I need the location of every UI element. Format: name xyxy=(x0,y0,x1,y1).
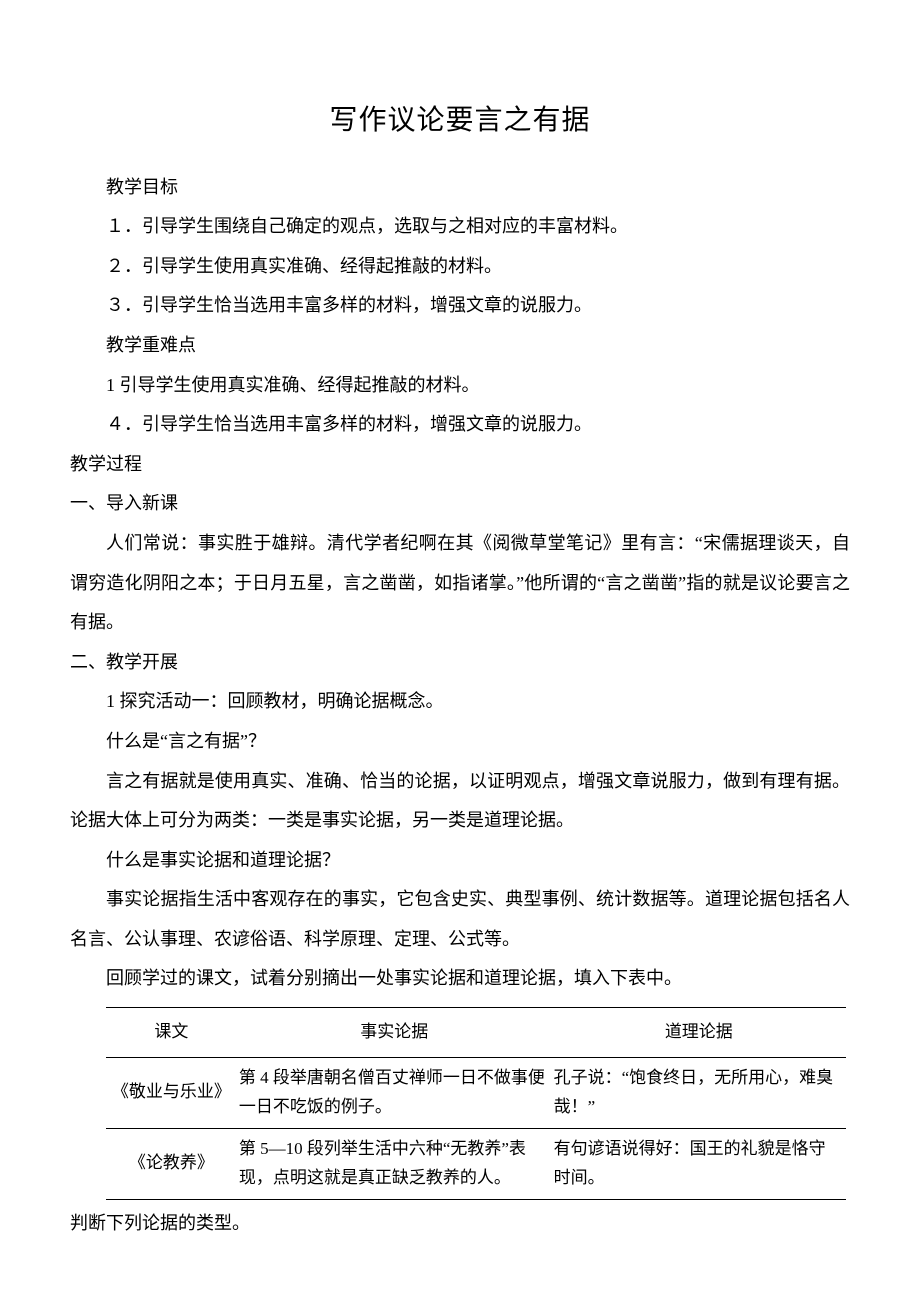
table-row: 《敬业与乐业》 第 4 段举唐朝名僧百丈禅师一日不做事便一日不吃饭的例子。 孔子… xyxy=(106,1057,846,1128)
difficulty-item-2: ４．引导学生恰当选用丰富多样的材料，增强文章的说服力。 xyxy=(70,405,850,445)
table-task: 回顾学过的课文，试着分别摘出一处事实论据和道理论据，填入下表中。 xyxy=(70,959,850,999)
question-1: 什么是“言之有据”？ xyxy=(70,722,850,762)
goal-item-3: ３．引导学生恰当选用丰富多样的材料，增强文章的说服力。 xyxy=(70,286,850,326)
goal-item-2: ２．引导学生使用真实准确、经得起推敲的材料。 xyxy=(70,247,850,287)
table-header-row: 课文 事实论据 道理论据 xyxy=(106,1008,846,1058)
table-cell-reason: 孔子说：“饱食终日，无所用心，难臭哉！” xyxy=(552,1057,846,1128)
answer-2: 事实论据指生活中客观存在的事实，它包含史实、典型事例、统计数据等。道理论据包括名… xyxy=(70,880,850,959)
table-cell-reason: 有句谚语说得好：国王的礼貌是恪守时间。 xyxy=(552,1128,846,1199)
table-header-col2: 事实论据 xyxy=(237,1008,552,1058)
process-heading: 教学过程 xyxy=(70,445,850,485)
table-cell-title: 《论教养》 xyxy=(106,1128,237,1199)
difficulty-heading: 教学重难点 xyxy=(70,326,850,366)
intro-paragraph: 人们常说：事实胜于雄辩。清代学者纪啊在其《阅微草堂笔记》里有言：“宋儒据理谈天，… xyxy=(70,524,850,643)
expand-heading: 二、教学开展 xyxy=(70,643,850,683)
table-cell-fact: 第 4 段举唐朝名僧百丈禅师一日不做事便一日不吃饭的例子。 xyxy=(237,1057,552,1128)
question-2: 什么是事实论据和道理论据？ xyxy=(70,841,850,881)
evidence-table-wrap: 课文 事实论据 道理论据 《敬业与乐业》 第 4 段举唐朝名僧百丈禅师一日不做事… xyxy=(106,1007,850,1199)
table-row: 《论教养》 第 5—10 段列举生活中六种“无教养”表现，点明这就是真正缺乏教养… xyxy=(106,1128,846,1199)
after-table-line: 判断下列论据的类型。 xyxy=(70,1204,850,1244)
answer-1: 言之有据就是使用真实、准确、恰当的论据，以证明观点，增强文章说服力，做到有理有据… xyxy=(70,762,850,841)
table-cell-title: 《敬业与乐业》 xyxy=(106,1057,237,1128)
page-title: 写作议论要言之有据 xyxy=(70,90,850,152)
intro-heading: 一、导入新课 xyxy=(70,484,850,524)
document-page: 写作议论要言之有据 教学目标 １．引导学生围绕自己确定的观点，选取与之相对应的丰… xyxy=(0,0,920,1243)
table-header-col3: 道理论据 xyxy=(552,1008,846,1058)
goal-item-1: １．引导学生围绕自己确定的观点，选取与之相对应的丰富材料。 xyxy=(70,207,850,247)
activity-1: 1 探究活动一：回顾教材，明确论据概念。 xyxy=(70,682,850,722)
goals-heading: 教学目标 xyxy=(70,168,850,208)
evidence-table: 课文 事实论据 道理论据 《敬业与乐业》 第 4 段举唐朝名僧百丈禅师一日不做事… xyxy=(106,1007,846,1199)
difficulty-item-1: 1 引导学生使用真实准确、经得起推敲的材料。 xyxy=(70,366,850,406)
table-cell-fact: 第 5—10 段列举生活中六种“无教养”表现，点明这就是真正缺乏教养的人。 xyxy=(237,1128,552,1199)
table-header-col1: 课文 xyxy=(106,1008,237,1058)
